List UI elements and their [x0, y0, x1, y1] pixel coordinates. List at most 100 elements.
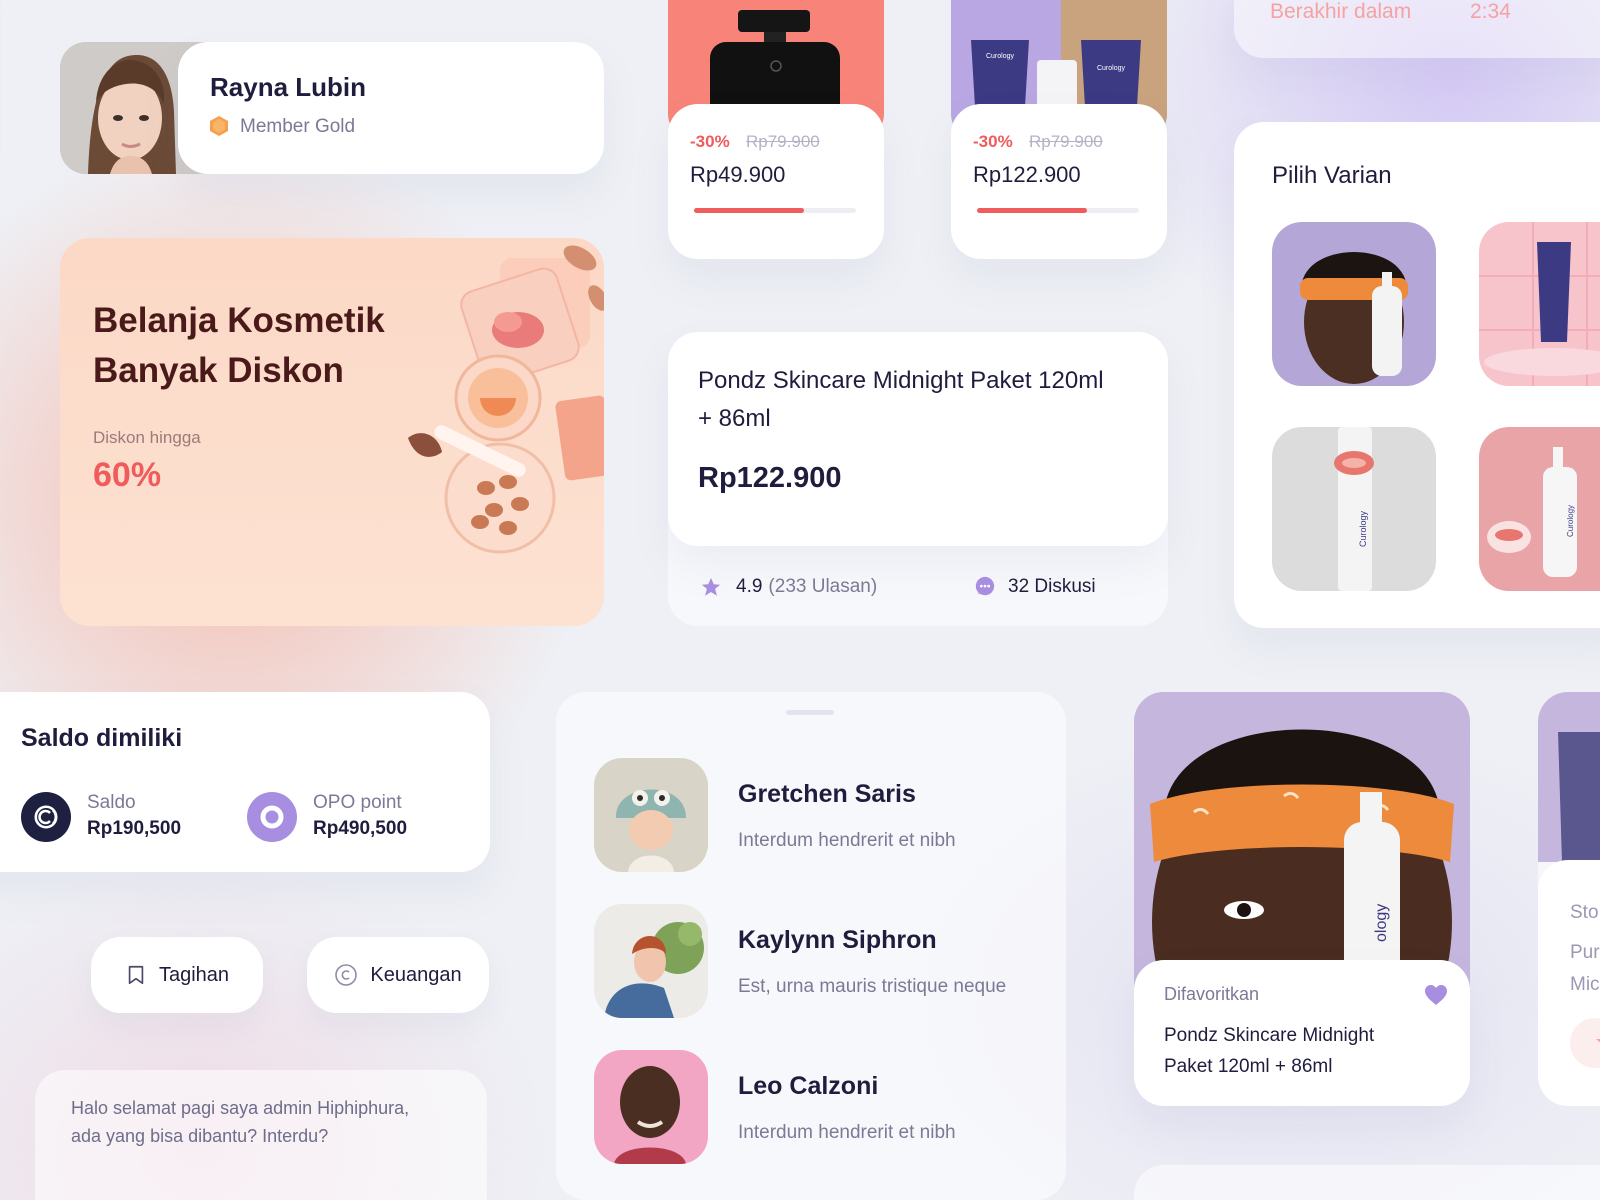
variant-picker: Pilih Varian Curology Curology [1234, 122, 1600, 628]
chat-message: Halo selamat pagi saya admin Hiphiphura,… [71, 1098, 410, 1146]
promo-title-line-2: Banyak Diskon [93, 351, 344, 390]
variant-option-2[interactable] [1479, 222, 1600, 386]
curology-brand-label-2: Curology [1097, 65, 1126, 72]
stock-progress-fill [977, 208, 1088, 213]
bottle-brand-label: ology [1373, 904, 1390, 942]
partial-product-image [1538, 692, 1600, 862]
partial-bottom-card [1134, 1165, 1600, 1200]
user-message: Est, urna mauris tristique neque [738, 976, 1007, 997]
points-label: OPO point [313, 792, 402, 813]
rating-summary[interactable]: 4.9 (233 Ulasan) [700, 572, 877, 602]
stock-progress-fill [694, 208, 805, 213]
points-icon [247, 792, 297, 842]
partial-tube-photo [1558, 732, 1600, 862]
user-name: Kaylynn Siphron [738, 926, 937, 954]
countdown-card: Berakhir dalam 2:34 [1234, 0, 1600, 58]
gold-badge-icon [210, 116, 228, 136]
discount-badge: -30% [690, 132, 730, 151]
avatar [594, 1050, 708, 1164]
review-count: (233 Ulasan) [768, 576, 878, 597]
avatar [594, 758, 708, 872]
user-message: Interdum hendrerit et nibh [738, 830, 956, 851]
variant-tube-photo [1479, 222, 1600, 386]
variant-option-4[interactable]: Curology [1479, 427, 1600, 591]
bookmark-icon [128, 965, 144, 985]
variant-option-3[interactable]: Curology [1272, 427, 1436, 591]
curology-brand-label-1: Curology [986, 53, 1015, 60]
admin-chat-bubble: Halo selamat pagi saya admin Hiphiphura,… [35, 1070, 487, 1200]
bill-button[interactable]: Tagihan [91, 937, 263, 1013]
user-name: Gretchen Saris [738, 780, 916, 808]
avatar-man-photo [614, 1066, 686, 1164]
favorite-label: Difavoritkan [1164, 984, 1260, 1004]
coin-icon [21, 792, 71, 842]
partial-text-1: Sto [1570, 902, 1599, 923]
old-price: Rp79.900 [1029, 132, 1103, 151]
finance-button[interactable]: Keuangan [307, 937, 489, 1013]
promo-banner[interactable]: Belanja Kosmetik Banyak Diskon Diskon hi… [60, 238, 604, 626]
promo-discount-value: 60% [93, 456, 162, 494]
coin-outline-icon [335, 964, 358, 986]
list-item[interactable]: Leo Calzoni Interdum hendrerit et nibh [594, 1050, 1034, 1164]
promo-title-line-1: Belanja Kosmetik [93, 301, 385, 340]
variant-title: Pilih Varian [1272, 162, 1392, 189]
heart-icon[interactable] [1424, 984, 1448, 1006]
variant-bottle-photo: Curology [1334, 427, 1374, 591]
points-value: Rp490,500 [313, 818, 408, 839]
avatar-baby-photo [615, 789, 686, 872]
discount-badge: -30% [973, 132, 1013, 151]
list-item[interactable]: Gretchen Saris Interdum hendrerit et nib… [594, 758, 1034, 872]
star-outline-icon [1596, 1039, 1600, 1052]
chat-bubble-icon [975, 576, 995, 596]
list-item[interactable]: Kaylynn Siphron Est, urna mauris tristiq… [594, 904, 1034, 1018]
product-price-card[interactable]: -30% Rp79.900 Rp122.900 [951, 104, 1167, 259]
product-name: Pondz Skincare Midnight Paket 120ml + 86… [698, 367, 1104, 432]
discussion-count: 32 Diskusi [1008, 576, 1096, 597]
favorite-card[interactable]: Difavoritkan Pondz Skincare Midnight Pak… [1134, 960, 1470, 1106]
variant-model-photo [1300, 252, 1408, 384]
cosmetics-illustration [408, 245, 604, 554]
variant-option-1[interactable] [1272, 222, 1436, 386]
old-price: Rp79.900 [746, 132, 820, 151]
avatar-woman-photo [604, 922, 704, 1018]
points-ring-icon [260, 805, 284, 829]
member-level: Member Gold [240, 116, 356, 137]
variant-pump-photo: Curology [1487, 447, 1577, 577]
drag-handle[interactable] [786, 710, 834, 715]
countdown-label: Berakhir dalam [1270, 0, 1412, 23]
partial-text-3: Mic [1570, 974, 1600, 995]
user-message: Interdum hendrerit et nibh [738, 1122, 956, 1143]
stock-progress-bar [977, 208, 1139, 213]
partial-product-card[interactable]: Sto Pur Mic [1538, 692, 1600, 1106]
variant-brand-label: Curology [1566, 505, 1575, 537]
profile-card[interactable]: Rayna Lubin Member Gold [178, 42, 604, 174]
user-name: Leo Calzoni [738, 1072, 879, 1100]
rating-value: 4.9 [736, 576, 763, 597]
product-price: Rp122.900 [698, 462, 842, 494]
coin-glyph-icon [34, 805, 58, 829]
finance-button-label: Keuangan [370, 963, 462, 986]
promo-subtitle: Diskon hingga [93, 428, 201, 447]
balance-title: Saldo dimiliki [21, 724, 183, 752]
countdown-value: 2:34 [1470, 0, 1511, 23]
user-list-panel: Gretchen Saris Interdum hendrerit et nib… [556, 692, 1066, 1200]
favorite-product-image[interactable]: ology [1134, 692, 1470, 992]
current-price: Rp49.900 [690, 162, 786, 187]
product-price-card[interactable]: -30% Rp79.900 Rp49.900 [668, 104, 884, 259]
discussion-link[interactable]: 32 Diskusi [974, 572, 1096, 602]
partial-star-button[interactable] [1570, 1018, 1600, 1068]
partial-text-2: Pur [1570, 942, 1600, 963]
promo-title: Belanja Kosmetik Banyak Diskon [93, 296, 423, 396]
stock-progress-bar [694, 208, 856, 213]
bill-button-label: Tagihan [158, 963, 230, 986]
balance-label: Saldo [87, 792, 136, 813]
avatar [594, 904, 708, 1018]
balance-card: Saldo dimiliki Saldo Rp190,500 OPO point… [0, 692, 490, 872]
balance-value: Rp190,500 [87, 818, 182, 839]
variant-brand-label: Curology [1358, 510, 1368, 547]
star-icon [701, 577, 721, 596]
profile-name: Rayna Lubin [210, 72, 367, 102]
favorite-model-photo: ology [1134, 692, 1470, 992]
product-detail-card[interactable]: Pondz Skincare Midnight Paket 120ml + 86… [668, 332, 1168, 546]
current-price: Rp122.900 [973, 162, 1081, 187]
